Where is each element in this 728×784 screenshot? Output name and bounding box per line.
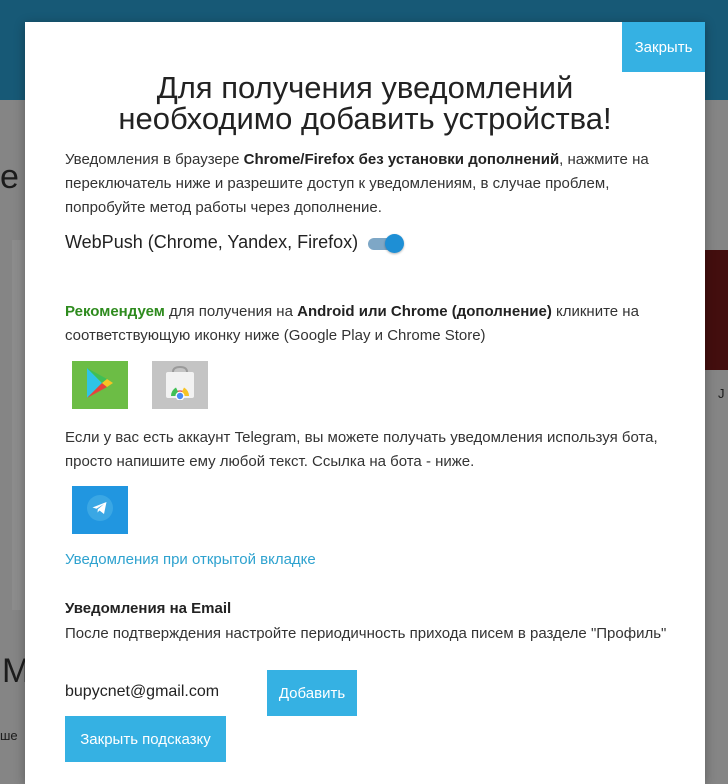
google-play-button[interactable] xyxy=(72,361,128,409)
webpush-row: WebPush (Chrome, Yandex, Firefox) xyxy=(65,232,405,253)
toggle-knob xyxy=(385,233,405,253)
open-tab-notifications-link[interactable]: Уведомления при открытой вкладке xyxy=(65,551,316,568)
email-description: После подтверждения настройте периодично… xyxy=(65,625,667,642)
chrome-web-store-icon xyxy=(163,365,197,405)
recommend-highlight: Рекомендуем xyxy=(65,303,165,320)
modal-title: Для получения уведомлений необходимо доб… xyxy=(65,72,665,134)
webpush-toggle[interactable] xyxy=(368,233,405,253)
recommend-text: Рекомендуем для получения на Android или… xyxy=(65,300,685,348)
modal-title-line2: необходимо добавить устройства! xyxy=(118,101,612,136)
intro-text: Уведомления в браузере xyxy=(65,151,244,168)
close-button[interactable]: Закрыть xyxy=(622,22,705,72)
app-icons xyxy=(72,361,208,409)
recommend-text-part: для получения на xyxy=(164,303,298,320)
webpush-description: Уведомления в браузере Chrome/Firefox бе… xyxy=(65,148,685,220)
modal-title-line1: Для получения уведомлений xyxy=(156,70,574,105)
telegram-icon xyxy=(86,494,114,527)
intro-bold: Chrome/Firefox без установки дополнений xyxy=(243,151,560,168)
email-heading: Уведомления на Email xyxy=(65,600,232,617)
add-email-button[interactable]: Добавить xyxy=(267,670,357,716)
webpush-label: WebPush (Chrome, Yandex, Firefox) xyxy=(65,232,359,252)
email-value: bupycnet@gmail.com xyxy=(65,683,220,700)
notifications-modal: Закрыть Для получения уведомлений необхо… xyxy=(25,22,705,784)
telegram-description: Если у вас есть аккаунт Telegram, вы мож… xyxy=(65,429,658,470)
google-play-icon xyxy=(85,367,115,404)
recommend-bold: Android или Chrome (дополнение) xyxy=(297,303,552,320)
telegram-button[interactable] xyxy=(72,486,128,534)
close-hint-button[interactable]: Закрыть подсказку xyxy=(65,716,226,762)
chrome-store-button[interactable] xyxy=(152,361,208,409)
